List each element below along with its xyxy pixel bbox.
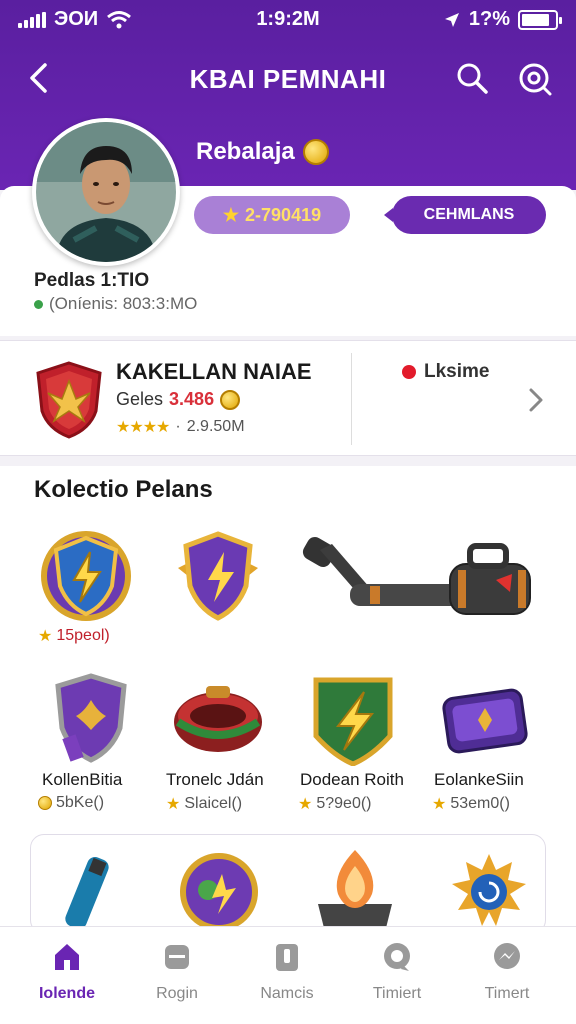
profile-meta-secondary-text: (Oníenis: 803:3:MO bbox=[49, 294, 198, 313]
collection-item[interactable] bbox=[170, 676, 266, 760]
search-icon bbox=[457, 63, 488, 94]
chat-icon bbox=[379, 939, 415, 975]
battery-text: 1?% bbox=[468, 8, 510, 30]
profile-meta-secondary: (Oníenis: 803:3:MO bbox=[34, 294, 197, 314]
star-icon: ★ bbox=[432, 796, 447, 813]
live-dot-icon bbox=[402, 365, 416, 379]
player-portrait-icon bbox=[36, 122, 176, 262]
club-rating-value: 2.9.50M bbox=[186, 418, 245, 435]
rating-stars-icon: ★★★★ bbox=[116, 419, 170, 436]
collection-item[interactable] bbox=[170, 528, 266, 624]
tab-label: Timiert bbox=[372, 985, 422, 1002]
item-label: KollenBitia bbox=[42, 770, 123, 789]
club-crest-icon bbox=[36, 361, 102, 439]
chevron-right-icon[interactable] bbox=[524, 385, 548, 415]
tab-label: Timert bbox=[484, 985, 530, 1002]
coin-balance-value: 2-790419 bbox=[245, 204, 322, 225]
star-icon: ★ bbox=[222, 204, 240, 225]
clipboard-icon bbox=[269, 939, 305, 975]
shield-bolt-icon bbox=[178, 531, 258, 621]
crest-lightning-icon bbox=[41, 531, 131, 621]
collection-item[interactable] bbox=[310, 846, 400, 928]
tab-home[interactable]: Iolende bbox=[12, 935, 122, 1015]
verified-badge-icon bbox=[302, 139, 329, 165]
cannon-icon bbox=[302, 537, 531, 615]
collection-item[interactable] bbox=[50, 852, 130, 930]
item-sub: ★ 15peol) bbox=[38, 627, 110, 645]
home-icon bbox=[49, 939, 85, 975]
collection-item[interactable] bbox=[48, 672, 134, 764]
star-icon: ★ bbox=[166, 796, 181, 813]
tab-timer[interactable]: Timiert bbox=[342, 935, 452, 1015]
club-name: KAKELLAN NAIAE bbox=[116, 359, 312, 384]
tab-login[interactable]: Rogin bbox=[122, 935, 232, 1015]
profile-meta-primary: Pedlas 1:TIO bbox=[34, 270, 150, 291]
battery-icon bbox=[518, 9, 562, 30]
club-value-row: Geles 3.486 bbox=[116, 389, 241, 410]
scan-button[interactable] bbox=[514, 58, 554, 98]
nav-row: KBAI PEMNAHI bbox=[0, 52, 576, 104]
star-icon: ★ bbox=[38, 628, 53, 645]
divider bbox=[351, 353, 352, 445]
club-status-text: Lksime bbox=[424, 361, 490, 382]
profile-name-row: Rebalaja bbox=[196, 138, 329, 166]
avatar[interactable] bbox=[32, 118, 180, 266]
section-title: Kolectio Pelans bbox=[34, 476, 213, 503]
messenger-icon bbox=[489, 939, 525, 975]
coin-balance-pill[interactable]: ★ 2-790419 bbox=[194, 196, 350, 234]
coin-icon bbox=[38, 796, 52, 810]
star-icon: ★ bbox=[298, 796, 313, 813]
item-sub: ★ 5?9e0() bbox=[298, 795, 372, 813]
cta-button[interactable]: CEHMLANS bbox=[384, 196, 546, 234]
search-button[interactable] bbox=[452, 58, 492, 98]
emblem-icon bbox=[180, 853, 258, 931]
coin-icon bbox=[220, 389, 241, 410]
scan-icon bbox=[519, 63, 552, 96]
collection-item[interactable] bbox=[38, 528, 134, 624]
tab-messages[interactable]: Timert bbox=[452, 935, 562, 1015]
box-icon bbox=[159, 939, 195, 975]
profile-name: Rebalaja bbox=[196, 138, 295, 165]
collection-item[interactable] bbox=[444, 852, 534, 928]
scroll-icon bbox=[442, 688, 528, 754]
collection-item[interactable] bbox=[300, 524, 546, 620]
item-sub: ★ 53em0() bbox=[432, 795, 510, 813]
tube-icon bbox=[65, 856, 109, 930]
item-sub: ★ Slaicel() bbox=[166, 795, 243, 813]
item-sub: 5bKe() bbox=[38, 794, 104, 812]
fire-icon bbox=[318, 850, 392, 928]
tab-names[interactable]: Namcis bbox=[232, 935, 342, 1015]
belt-icon bbox=[174, 686, 262, 752]
location-pin-icon bbox=[34, 299, 43, 309]
tab-label: Namcis bbox=[260, 985, 314, 1002]
club-value: 3.486 bbox=[169, 389, 215, 409]
tab-label: Iolende bbox=[38, 985, 95, 1002]
club-rating-row: ★★★★ · 2.9.50M bbox=[116, 418, 245, 436]
collection-item[interactable] bbox=[440, 684, 530, 756]
bottom-tab-bar: Iolende Rogin Namcis Timiert Timert bbox=[0, 926, 576, 1024]
item-label: Dodean Roith bbox=[300, 770, 404, 789]
item-label: EolankeSiin bbox=[434, 770, 524, 789]
location-arrow-icon bbox=[444, 12, 459, 27]
tab-label: Rogin bbox=[156, 985, 198, 1002]
club-card[interactable]: KAKELLAN NAIAE Geles 3.486 ★★★★ · 2.9.50… bbox=[0, 340, 576, 456]
collection-item[interactable] bbox=[178, 850, 260, 931]
club-status: Lksime bbox=[402, 361, 489, 383]
collection-item[interactable] bbox=[312, 676, 394, 767]
item-label: Tronelc Jdán bbox=[166, 770, 264, 789]
status-bar: ЭOИ 1:9:2M 1?% bbox=[0, 0, 576, 40]
club-value-label: Geles bbox=[116, 389, 164, 409]
lotus-shield-icon bbox=[55, 673, 127, 763]
sun-icon bbox=[452, 854, 526, 926]
bolt-banner-icon bbox=[313, 677, 393, 767]
